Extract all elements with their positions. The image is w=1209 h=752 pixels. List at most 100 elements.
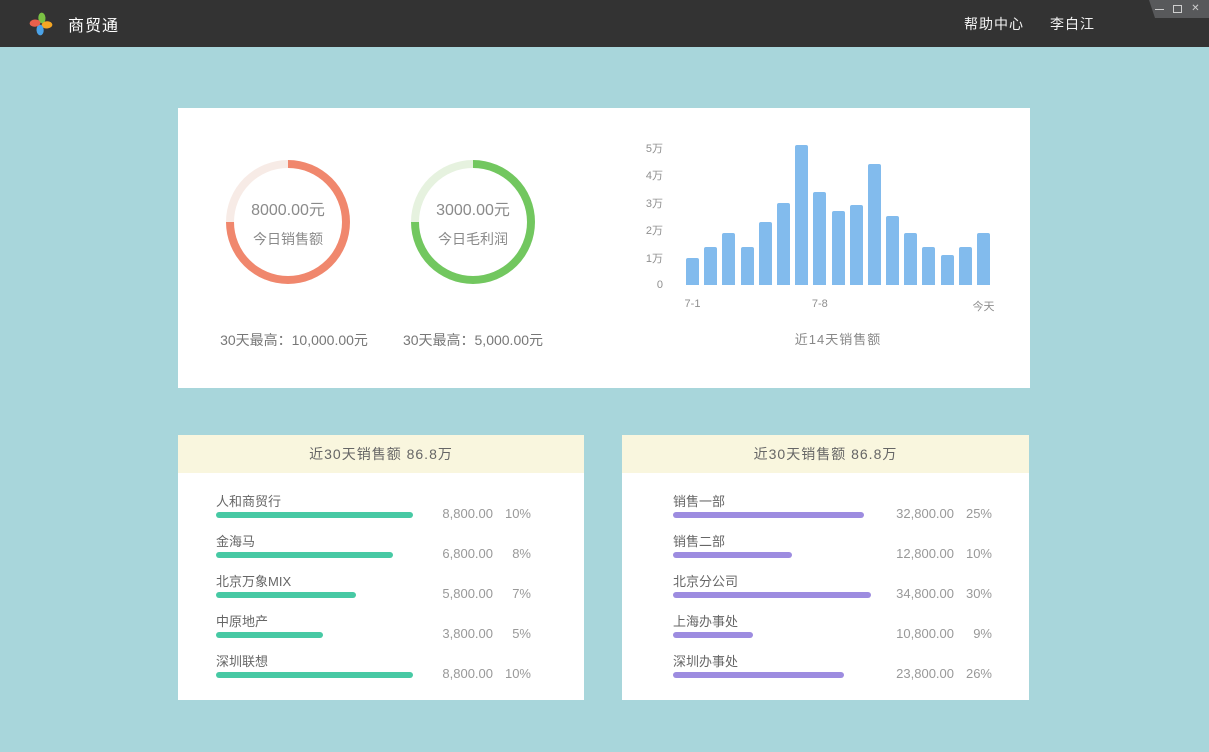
- item-bar: [216, 552, 393, 558]
- gauge-value: 3000.00元: [436, 196, 510, 220]
- list-item: 销售一部32,800.0025%: [673, 489, 992, 529]
- department-ranking-list: 销售一部32,800.0025% 销售二部 12,800.0010% 北京分公司 34,…: [622, 473, 1029, 689]
- app-header: 商贸通 帮助中心 李白江 ✕: [0, 0, 1209, 47]
- x-tick-label: 今天: [973, 298, 995, 314]
- item-value: 5,800.00: [442, 586, 493, 601]
- item-bar: [673, 512, 864, 518]
- item-label: 上海办事处: [673, 611, 738, 630]
- y-axis: 5万4万3万2万1万0: [608, 145, 663, 285]
- minimize-button[interactable]: [1154, 3, 1165, 15]
- gauge-center: 3000.00元 今日毛利润: [419, 168, 527, 276]
- item-percent: 26%: [954, 666, 992, 681]
- gauge-value: 8000.00元: [251, 196, 325, 220]
- daily-sales-bar: [795, 145, 808, 285]
- item-label: 北京万象MIX: [216, 571, 291, 590]
- item-bar: [216, 672, 413, 678]
- daily-sales-bar: [832, 211, 845, 285]
- sales-30d-max: 30天最高：10,000.00元: [194, 330, 394, 350]
- item-label: 深圳办事处: [673, 651, 738, 670]
- ranking-panel-departments: 近30天销售额 86.8万 销售一部32,800.0025% 销售二部 12,800…: [622, 435, 1029, 700]
- x-tick-label: 7-8: [812, 298, 828, 310]
- item-percent: 7%: [493, 586, 531, 601]
- item-bar: [216, 592, 356, 598]
- y-tick-label: 4万: [646, 167, 663, 183]
- item-percent: 10%: [954, 546, 992, 561]
- daily-sales-bar: [686, 258, 699, 285]
- item-bar: [216, 632, 323, 638]
- close-button[interactable]: ✕: [1190, 3, 1201, 15]
- list-item: 上海办事处 10,800.009%: [673, 609, 992, 649]
- list-item: 人和商贸行8,800.0010%: [216, 489, 531, 529]
- daily-sales-bar: [741, 247, 754, 285]
- daily-sales-bar: [904, 233, 917, 285]
- panel-title: 近30天销售额 86.8万: [622, 435, 1029, 473]
- daily-sales-bar: [941, 255, 954, 285]
- item-label: 销售一部: [673, 491, 725, 510]
- item-value: 12,800.00: [896, 546, 954, 561]
- daily-sales-bar: [759, 222, 772, 285]
- y-tick-label: 5万: [646, 140, 663, 156]
- profit-30d-max: 30天最高：5,000.00元: [373, 330, 573, 350]
- gauge-label: 今日毛利润: [438, 229, 508, 249]
- daily-sales-bar: [886, 216, 899, 285]
- list-item: 北京分公司 34,800.0030%: [673, 569, 992, 609]
- ranking-panel-customers: 近30天销售额 86.8万 人和商贸行8,800.0010%金海马6,800.0…: [178, 435, 584, 700]
- item-percent: 9%: [954, 626, 992, 641]
- daily-sales-bar: [977, 233, 990, 285]
- list-item: 金海马 6,800.008%: [216, 529, 531, 569]
- daily-sales-bar: [959, 247, 972, 285]
- item-label: 销售二部: [673, 531, 725, 550]
- item-value: 6,800.00: [442, 546, 493, 561]
- list-item: 深圳办事处 23,800.0026%: [673, 649, 992, 689]
- item-label: 中原地产: [216, 611, 268, 630]
- gauge-center: 8000.00元 今日销售额: [234, 168, 342, 276]
- daily-sales-bar: [850, 205, 863, 285]
- y-tick-label: 0: [657, 279, 663, 291]
- item-percent: 10%: [493, 666, 531, 681]
- y-tick-label: 3万: [646, 195, 663, 211]
- item-percent: 30%: [954, 586, 992, 601]
- daily-sales-bar: [704, 247, 717, 285]
- help-center-link[interactable]: 帮助中心: [964, 14, 1024, 34]
- today-sales-gauge: 8000.00元 今日销售额: [226, 160, 350, 284]
- pinwheel-logo-icon: [28, 11, 54, 37]
- item-value: 8,800.00: [442, 506, 493, 521]
- chart-caption: 近14天销售额: [686, 329, 990, 348]
- maximize-icon: [1173, 5, 1182, 13]
- item-bar: [673, 592, 871, 598]
- window-controls: ✕: [1149, 0, 1209, 18]
- item-percent: 8%: [493, 546, 531, 561]
- item-value: 34,800.00: [896, 586, 954, 601]
- daily-bar-plot: [686, 145, 990, 285]
- item-label: 深圳联想: [216, 651, 268, 670]
- item-percent: 5%: [493, 626, 531, 641]
- y-tick-label: 2万: [646, 222, 663, 238]
- list-item: 深圳联想 8,800.0010%: [216, 649, 531, 689]
- list-item: 中原地产3,800.005%: [216, 609, 531, 649]
- item-bar: [673, 632, 753, 638]
- x-axis: 7-17-8今天: [686, 298, 990, 312]
- panel-title: 近30天销售额 86.8万: [178, 435, 584, 473]
- user-menu[interactable]: 李白江: [1050, 14, 1095, 34]
- item-value: 23,800.00: [896, 666, 954, 681]
- daily-sales-bar: [922, 247, 935, 285]
- maximize-button[interactable]: [1172, 3, 1183, 15]
- daily-sales-bar: [868, 164, 881, 285]
- item-label: 人和商贸行: [216, 491, 281, 510]
- minimize-icon: [1155, 9, 1164, 10]
- item-value: 8,800.00: [442, 666, 493, 681]
- y-tick-label: 1万: [646, 250, 663, 266]
- item-percent: 25%: [954, 506, 992, 521]
- list-item: 北京万象MIX 5,800.007%: [216, 569, 531, 609]
- today-profit-gauge: 3000.00元 今日毛利润: [411, 160, 535, 284]
- item-value: 10,800.00: [896, 626, 954, 641]
- item-bar: [216, 512, 413, 518]
- daily-sales-bar: [777, 203, 790, 285]
- item-label: 金海马: [216, 531, 255, 550]
- item-label: 北京分公司: [673, 571, 738, 590]
- app-title: 商贸通: [68, 12, 119, 36]
- daily-sales-bar: [722, 233, 735, 285]
- customer-ranking-list: 人和商贸行8,800.0010%金海马6,800.008%北京万象MIX5,80…: [178, 473, 584, 689]
- gauge-label: 今日销售额: [253, 229, 323, 249]
- x-tick-label: 7-1: [685, 298, 701, 310]
